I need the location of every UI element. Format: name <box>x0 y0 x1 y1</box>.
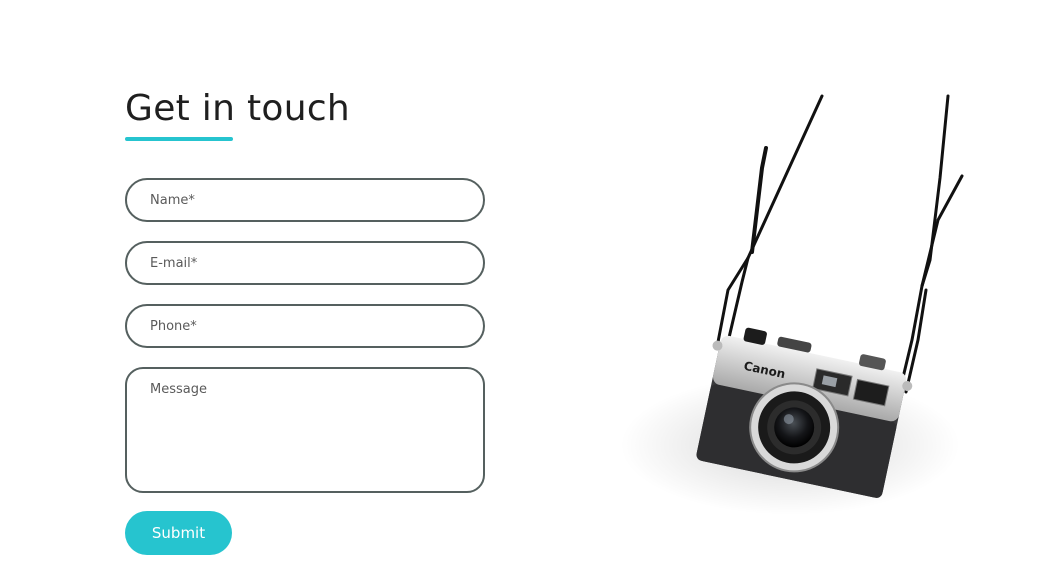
message-field[interactable] <box>125 367 485 493</box>
submit-button[interactable]: Submit <box>125 511 232 555</box>
title-underline <box>125 137 233 141</box>
camera-image: Canon <box>620 94 964 515</box>
page-title: Get in touch <box>125 88 351 129</box>
phone-field[interactable] <box>125 304 485 348</box>
email-field[interactable] <box>125 241 485 285</box>
name-field[interactable] <box>125 178 485 222</box>
